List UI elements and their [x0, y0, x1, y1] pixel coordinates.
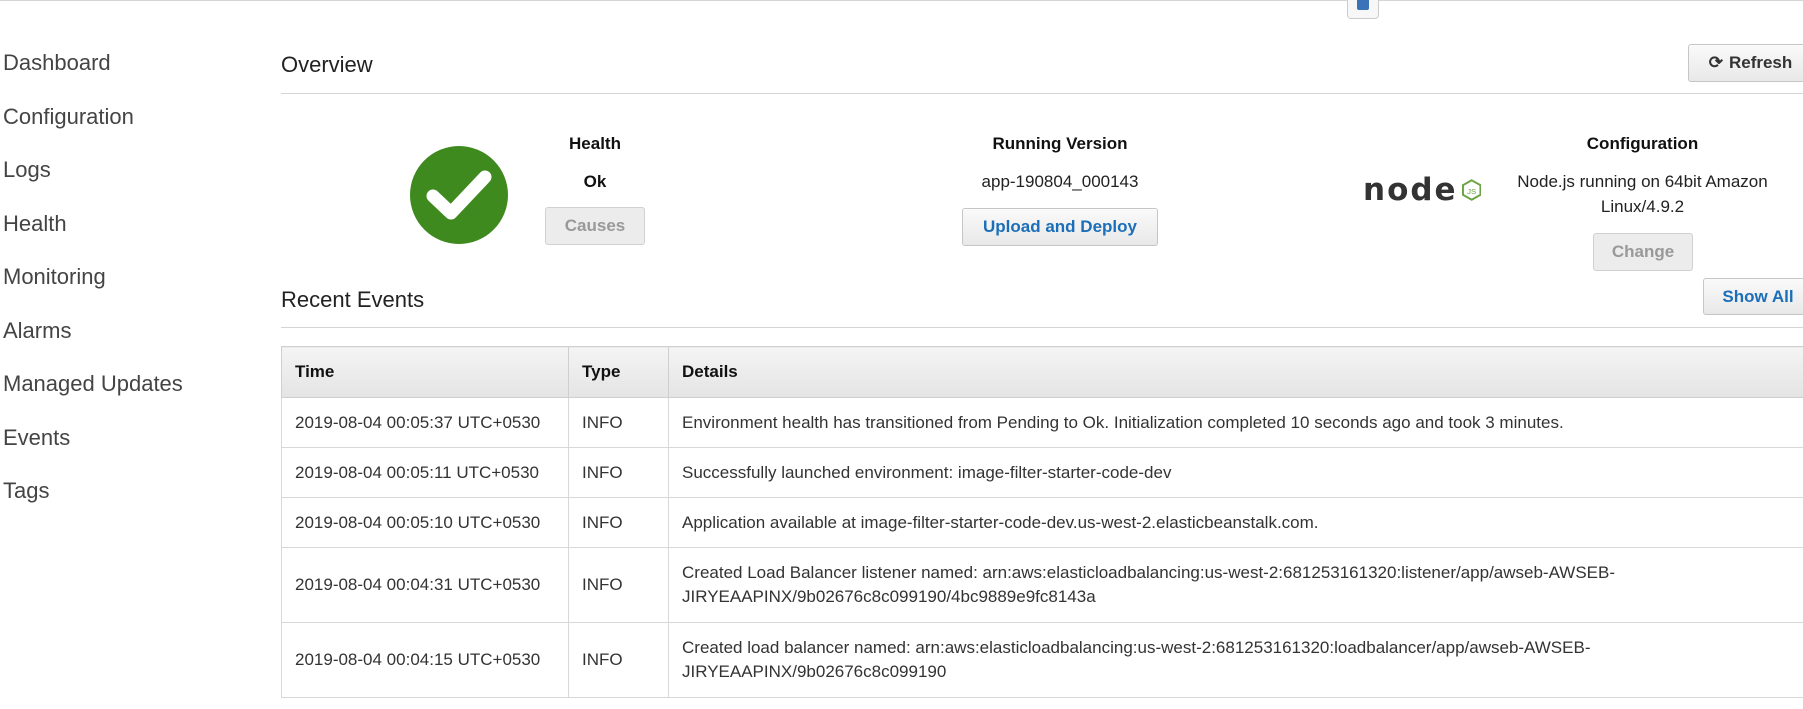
event-time: 2019-08-04 00:04:15 UTC+0530 — [281, 622, 569, 698]
platform-line-2: Linux/4.9.2 — [1600, 197, 1685, 216]
table-row: 2019-08-04 00:04:31 UTC+0530 INFO Create… — [281, 547, 1803, 623]
health-status-text: Ok — [583, 172, 607, 191]
event-time: 2019-08-04 00:05:11 UTC+0530 — [281, 447, 569, 498]
sidebar-item-managed-updates[interactable]: Managed Updates — [3, 371, 183, 397]
health-heading: Health — [569, 134, 621, 153]
event-details: Successfully launched environment: image… — [668, 447, 1803, 498]
event-details: Created load balancer named: arn:aws:ela… — [668, 622, 1803, 698]
event-type: INFO — [568, 547, 669, 623]
running-version-value: app-190804_000143 — [981, 172, 1139, 191]
event-type: INFO — [568, 397, 669, 448]
top-border — [0, 0, 1803, 1]
sidebar-item-alarms[interactable]: Alarms — [3, 318, 71, 344]
refresh-icon: ⟳ — [1708, 53, 1723, 72]
platform-line-1: Node.js running on 64bit Amazon — [1517, 172, 1768, 191]
event-time: 2019-08-04 00:05:10 UTC+0530 — [281, 497, 569, 548]
sidebar-item-configuration[interactable]: Configuration — [3, 104, 134, 130]
table-row: 2019-08-04 00:05:37 UTC+0530 INFO Enviro… — [281, 397, 1803, 448]
table-row: 2019-08-04 00:05:10 UTC+0530 INFO Applic… — [281, 497, 1803, 548]
event-details: Environment health has transitioned from… — [668, 397, 1803, 448]
overview-divider — [281, 93, 1803, 94]
nodejs-logo-icon: node JS — [1363, 170, 1481, 210]
overview-title: Overview — [281, 52, 373, 77]
svg-text:JS: JS — [1467, 187, 1476, 196]
event-details: Application available at image-filter-st… — [668, 497, 1803, 548]
feedback-icon[interactable] — [1347, 0, 1379, 19]
event-details: Created Load Balancer listener named: ar… — [668, 547, 1803, 623]
sidebar-item-logs[interactable]: Logs — [3, 157, 51, 183]
causes-button[interactable]: Causes — [545, 207, 645, 245]
events-table: Time Type Details 2019-08-04 00:05:37 UT… — [281, 346, 1803, 698]
column-header-time[interactable]: Time — [281, 346, 569, 398]
sidebar-item-health[interactable]: Health — [3, 211, 67, 237]
health-status-icon — [410, 146, 508, 244]
sidebar-item-monitoring[interactable]: Monitoring — [3, 264, 106, 290]
events-divider — [281, 327, 1803, 328]
running-version-heading: Running Version — [992, 134, 1128, 153]
sidebar-item-events[interactable]: Events — [3, 425, 70, 451]
table-row: 2019-08-04 00:04:15 UTC+0530 INFO Create… — [281, 622, 1803, 698]
change-button[interactable]: Change — [1593, 233, 1693, 271]
event-type: INFO — [568, 447, 669, 498]
show-all-button[interactable]: Show All — [1703, 278, 1803, 315]
column-header-details[interactable]: Details — [668, 346, 1803, 398]
sidebar-item-dashboard[interactable]: Dashboard — [3, 50, 111, 76]
sidebar-item-tags[interactable]: Tags — [3, 478, 49, 504]
refresh-button[interactable]: ⟳ Refresh — [1688, 44, 1803, 82]
js-hexagon-icon: JS — [1461, 179, 1481, 201]
event-time: 2019-08-04 00:04:31 UTC+0530 — [281, 547, 569, 623]
configuration-heading: Configuration — [1586, 134, 1699, 153]
column-header-type[interactable]: Type — [568, 346, 669, 398]
event-type: INFO — [568, 497, 669, 548]
nodejs-logo-text: node — [1363, 172, 1458, 208]
checkmark-icon — [426, 170, 492, 220]
refresh-label: Refresh — [1728, 53, 1793, 72]
event-type: INFO — [568, 622, 669, 698]
recent-events-title: Recent Events — [281, 287, 425, 312]
upload-and-deploy-button[interactable]: Upload and Deploy — [962, 208, 1158, 246]
event-time: 2019-08-04 00:05:37 UTC+0530 — [281, 397, 569, 448]
table-row: 2019-08-04 00:05:11 UTC+0530 INFO Succes… — [281, 447, 1803, 498]
table-header-row: Time Type Details — [281, 346, 1803, 398]
